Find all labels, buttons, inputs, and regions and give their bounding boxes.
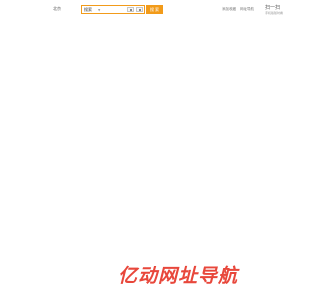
nav-link[interactable]: 网址导航 [240,7,254,12]
qr-promo[interactable]: 扫一扫 手机版随时看 [265,5,295,15]
page: 北京 搜索 ▼ 搜 索 添加收藏 网址导航 扫一扫 手机版随时看 亿动网址导航 [0,0,300,300]
search-type-label: 搜索 [84,7,92,12]
add-favorite-link[interactable]: 添加收藏 [222,7,236,12]
search-button[interactable]: 搜 索 [146,5,163,14]
chevron-down-icon: ▼ [98,8,101,12]
city-label[interactable]: 北京 [53,6,61,12]
image-mark [139,9,141,11]
header: 北京 搜索 ▼ 搜 索 添加收藏 网址导航 扫一扫 手机版随时看 [0,0,300,22]
camera-lens [130,9,132,11]
camera-icon[interactable] [127,7,134,12]
qr-promo-subtitle: 手机版随时看 [265,11,284,15]
image-search-icon[interactable] [136,7,143,12]
site-logo[interactable]: 亿动网址导航 [118,265,238,287]
search-input[interactable] [102,7,126,13]
search-type-selector[interactable]: 搜索 ▼ [84,7,100,13]
search-box: 搜索 ▼ [81,5,145,14]
